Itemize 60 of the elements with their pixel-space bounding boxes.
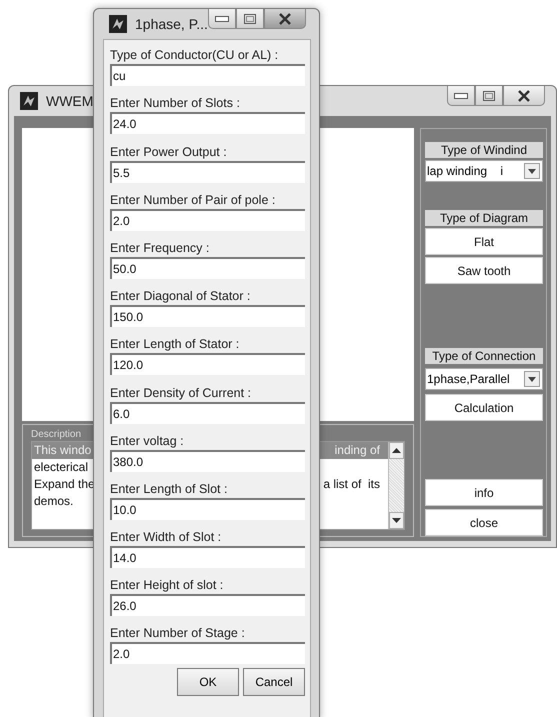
input-field[interactable]: 380.0 — [110, 450, 305, 472]
input-field[interactable]: 14.0 — [110, 546, 305, 568]
scroll-up-icon[interactable] — [389, 442, 404, 459]
list-text: inding of — [334, 443, 380, 458]
ok-button[interactable]: OK — [177, 668, 239, 696]
maximize-button[interactable] — [475, 86, 503, 106]
input-field[interactable]: 2.0 — [110, 642, 305, 664]
minimize-button[interactable] — [447, 86, 475, 106]
close-button[interactable] — [503, 86, 545, 106]
maximize-icon — [483, 90, 495, 100]
input-field[interactable]: 2.0 — [110, 208, 305, 231]
field-label: Enter Diagonal of Stator : — [110, 289, 252, 304]
list-text: This windo — [34, 443, 92, 458]
field-label: Enter Length of Slot : — [110, 482, 228, 497]
field-label: Enter Length of Stator : — [110, 337, 240, 352]
panel-label: Type of Windind — [425, 142, 543, 158]
input-field[interactable]: 6.0 — [110, 402, 305, 424]
calculation-button[interactable]: Calculation — [425, 394, 543, 421]
minimize-icon — [214, 16, 229, 22]
info-button[interactable]: info — [425, 479, 543, 506]
close-button[interactable] — [264, 9, 306, 29]
field-label: Enter Density of Current : — [110, 386, 252, 400]
diagram-button[interactable]: Flat — [425, 228, 543, 255]
maximize-button[interactable] — [236, 9, 264, 29]
dropdown[interactable]: lap winding i — [425, 160, 543, 182]
minimize-button[interactable] — [208, 9, 236, 29]
field-label: Type of Conductor(CU or AL) : — [110, 48, 280, 64]
minimize-icon — [454, 92, 468, 98]
input-field[interactable]: 50.0 — [110, 256, 305, 279]
field-label: Enter Number of Stage : — [110, 626, 246, 642]
field-label: Enter Number of Pair of pole : — [110, 192, 276, 208]
panel-title: Description — [31, 429, 82, 440]
field-label: Enter Frequency : — [110, 240, 210, 256]
field-label: Enter Height of slot : — [110, 578, 224, 594]
close-app-button[interactable]: close — [425, 509, 543, 536]
input-field[interactable]: 24.0 — [110, 112, 305, 134]
field-label: Enter voltag : — [110, 434, 185, 449]
diagram-button[interactable]: Saw tooth — [425, 257, 543, 284]
close-icon — [517, 90, 531, 102]
dropdown[interactable]: 1phase,Parallel — [425, 368, 543, 390]
input-field[interactable]: 5.5 — [110, 160, 305, 183]
input-field[interactable]: 26.0 — [110, 594, 305, 616]
input-field[interactable]: 150.0 — [110, 305, 305, 328]
cancel-button[interactable]: Cancel — [243, 668, 305, 696]
panel-label: Type of Connection — [425, 348, 543, 364]
maximize-icon — [244, 14, 256, 24]
field-label: Enter Width of Slot : — [110, 530, 222, 546]
field-label: Enter Number of Slots : — [110, 96, 241, 112]
app-icon — [109, 15, 127, 33]
input-field[interactable]: 10.0 — [110, 498, 305, 520]
input-field[interactable]: 120.0 — [110, 353, 305, 376]
panel-label: Type of Diagram — [425, 210, 543, 226]
window-title: 1phase, P... — [135, 16, 208, 32]
field-label: Enter Power Output : — [110, 144, 228, 160]
input-field[interactable]: cu — [110, 64, 305, 86]
scrollbar[interactable] — [388, 442, 404, 529]
window-title: WWEM — [46, 93, 94, 109]
close-icon — [278, 12, 292, 24]
scroll-down-icon[interactable] — [389, 512, 404, 529]
app-icon — [20, 92, 38, 110]
